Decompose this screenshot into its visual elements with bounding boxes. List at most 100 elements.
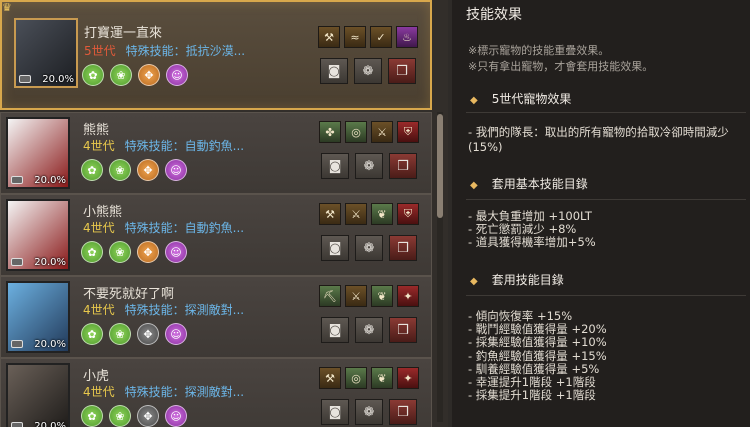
gift-box-icon[interactable]: ❒ [388, 58, 416, 84]
skill-effect-panel: 技能效果 ※標示寵物的技能重疊效果。 ※只有拿出寵物，才會套用技能效果。 ◆ 5世… [452, 0, 750, 427]
pet-card[interactable]: 20.0% 小虎 4世代 特殊技能：探測敵對... ✿ ❀ ✥ ☺ ⚒ ◎ ❦ ✦ ◙ ❁ ❒ [0, 358, 432, 427]
basic-skill-list: - 最大負重增加 +100LT - 死亡懲罰減少 +8% - 道具獲得機率增加+5% [468, 209, 596, 250]
pet-card[interactable]: 20.0% 不要死就好了啊 4世代 特殊技能：探測敵對... ✿ ❀ ✥ ☺ ⛏ ⚔ ❦ ✦ ◙ ❁ ❒ [0, 276, 432, 358]
pet-attributes: ✿ ❀ ✥ ☺ [81, 241, 187, 263]
pet-level: 20.0% [34, 257, 66, 268]
pet-generation: 4世代 [83, 139, 115, 153]
section-heading: ◆ 5世代寵物效果 [470, 92, 572, 106]
feed-bowl-icon[interactable]: ◙ [320, 58, 348, 84]
card-icon [11, 422, 23, 427]
pet-portrait: 20.0% [6, 363, 70, 427]
axe-icon[interactable]: ⚔ [345, 203, 367, 225]
fishing-icon[interactable]: ≈ [344, 26, 366, 48]
rope-icon[interactable]: ◎ [345, 367, 367, 389]
pet-generation: 4世代 [83, 221, 115, 235]
mining-icon[interactable]: ⚒ [319, 367, 341, 389]
feed-bowl-icon[interactable]: ◙ [321, 399, 349, 425]
pet-list-panel: ♛ 20.0% 打寶運一直來 5世代 特殊技能：抵抗沙漠... ✿ ❀ ✥ ☺ ⚒ ≈ ✓ ♨ ◙ ❁ ❒ … [0, 0, 448, 427]
pet-attributes: ✿ ❀ ✥ ☺ [81, 323, 187, 345]
paw-icon[interactable]: ❁ [355, 235, 383, 261]
target-icon[interactable]: ✦ [397, 367, 419, 389]
pet-special-skill: 特殊技能：探測敵對... [124, 385, 245, 399]
wings-icon[interactable]: ❦ [371, 367, 393, 389]
pet-card-selected[interactable]: 20.0% 打寶運一直來 5世代 特殊技能：抵抗沙漠... ✿ ❀ ✥ ☺ ⚒ ≈ ✓ ♨ ◙ ❁ ❒ [0, 0, 432, 110]
pet-special-skill: 特殊技能：自動釣魚... [124, 221, 245, 235]
green-attribute-icon: ✿ [81, 159, 103, 181]
purple-attribute-icon: ☺ [165, 405, 187, 427]
pet-attributes: ✿ ❀ ✥ ☺ [81, 405, 187, 427]
pet-info: 4世代 特殊技能：探測敵對... [83, 383, 244, 400]
green-attribute-icon: ❀ [110, 64, 132, 86]
feed-bowl-icon[interactable]: ◙ [321, 235, 349, 261]
pet-info: 4世代 特殊技能：自動釣魚... [83, 137, 244, 154]
gift-box-icon[interactable]: ❒ [389, 153, 417, 179]
pet-level: 20.0% [34, 175, 66, 186]
orange-attribute-icon: ✥ [137, 241, 159, 263]
effect-item: - 採集經驗值獲得量 +10% [468, 335, 607, 350]
pet-level: 20.0% [42, 74, 74, 85]
potion-icon[interactable]: ♨ [396, 26, 418, 48]
pet-card[interactable]: 20.0% 小熊熊 4世代 特殊技能：自動釣魚... ✿ ❀ ✥ ☺ ⚒ ⚔ ❦ ⛨ ◙ ❁ ❒ [0, 194, 432, 276]
card-icon [11, 258, 23, 266]
pet-portrait: 20.0% [6, 281, 70, 353]
card-icon [11, 176, 23, 184]
clover-icon[interactable]: ✤ [319, 121, 341, 143]
divider [466, 295, 746, 296]
purple-attribute-icon: ☺ [165, 159, 187, 181]
paw-icon[interactable]: ❁ [355, 317, 383, 343]
pet-portrait: 20.0% [6, 199, 70, 271]
paw-icon[interactable]: ❁ [354, 58, 382, 84]
green-attribute-icon: ✿ [82, 64, 104, 86]
purple-attribute-icon: ☺ [165, 323, 187, 345]
gift-box-icon[interactable]: ❒ [389, 317, 417, 343]
pet-skill-icons: ⛏ ⚔ ❦ ✦ [319, 285, 419, 307]
mining-icon[interactable]: ⚒ [319, 203, 341, 225]
pet-skill-icons: ⚒ ≈ ✓ ♨ [318, 26, 418, 48]
paw-icon[interactable]: ❁ [355, 399, 383, 425]
feed-bowl-icon[interactable]: ◙ [321, 317, 349, 343]
gift-box-icon[interactable]: ❒ [389, 399, 417, 425]
panel-note: ※標示寵物的技能重疊效果。 [468, 44, 610, 57]
pet-level: 20.0% [34, 339, 66, 350]
gift-box-icon[interactable]: ❒ [389, 235, 417, 261]
rope-icon[interactable]: ◎ [345, 121, 367, 143]
pet-actions: ◙ ❁ ❒ [321, 235, 417, 261]
paw-icon[interactable]: ❁ [355, 153, 383, 179]
armor-icon[interactable]: ⛨ [397, 203, 419, 225]
armor-icon[interactable]: ⛨ [397, 121, 419, 143]
mining-icon[interactable]: ⚒ [318, 26, 340, 48]
pet-portrait: 20.0% [14, 18, 78, 88]
purple-attribute-icon: ☺ [166, 64, 188, 86]
axe-icon[interactable]: ⚔ [345, 285, 367, 307]
pet-actions: ◙ ❁ ❒ [321, 399, 417, 425]
pet-info: 4世代 特殊技能：探測敵對... [83, 301, 244, 318]
green-attribute-icon: ✿ [81, 323, 103, 345]
card-icon [11, 340, 23, 348]
pickaxe-icon[interactable]: ⛏ [319, 285, 341, 307]
panel-note: ※只有拿出寵物，才會套用技能效果。 [468, 60, 654, 73]
pet-name: 不要死就好了啊 [83, 287, 175, 302]
diamond-icon: ◆ [470, 95, 478, 106]
lure-icon[interactable]: ✓ [370, 26, 392, 48]
effect-item: - 釣魚經驗值獲得量 +15% [468, 348, 607, 363]
target-icon[interactable]: ✦ [397, 285, 419, 307]
orange-attribute-icon: ✥ [138, 64, 160, 86]
wings-icon[interactable]: ❦ [371, 285, 393, 307]
scrollbar-thumb[interactable] [437, 114, 443, 218]
wings-icon[interactable]: ❦ [371, 203, 393, 225]
pet-attributes: ✿ ❀ ✥ ☺ [82, 64, 188, 86]
pet-portrait: 20.0% [6, 117, 70, 189]
green-attribute-icon: ❀ [109, 323, 131, 345]
feed-bowl-icon[interactable]: ◙ [321, 153, 349, 179]
skill-list: - 傾向恢復率 +15% - 戰鬥經驗值獲得量 +20% - 採集經驗值獲得量 +1… [468, 309, 607, 403]
axe-icon[interactable]: ⚔ [371, 121, 393, 143]
pet-skill-icons: ✤ ◎ ⚔ ⛨ [319, 121, 419, 143]
pet-card[interactable]: 20.0% 熊熊 4世代 特殊技能：自動釣魚... ✿ ❀ ✥ ☺ ✤ ◎ ⚔ ⛨ ◙ ❁ ❒ [0, 112, 432, 194]
pet-special-skill: 特殊技能：抵抗沙漠... [125, 44, 246, 58]
green-attribute-icon: ✿ [81, 405, 103, 427]
crown-icon: ♛ [2, 1, 12, 14]
pet-special-skill: 特殊技能：探測敵對... [124, 303, 245, 317]
effect-item: - 採集提升1階段 +1階段 [468, 388, 596, 403]
section-text: - 我們的隊長：取出的所有寵物的拾取冷卻時間減少(15%) [468, 125, 729, 154]
card-icon [19, 75, 31, 83]
